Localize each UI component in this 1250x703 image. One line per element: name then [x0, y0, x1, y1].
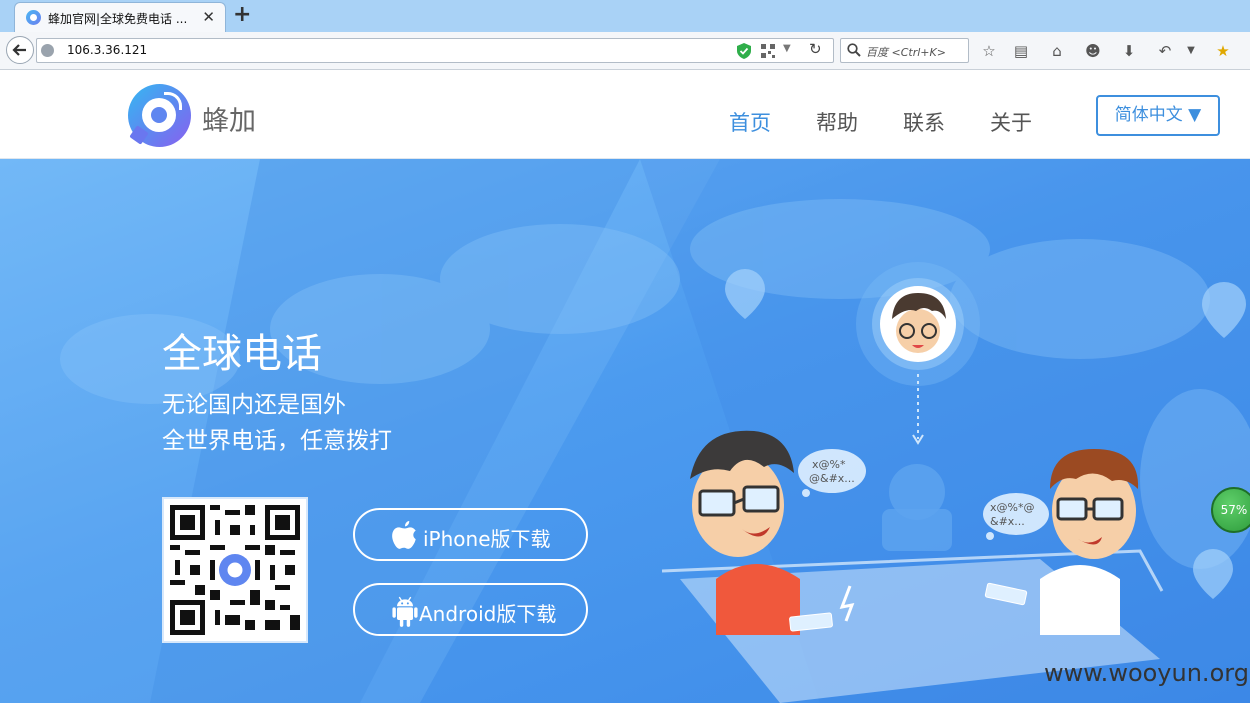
- logo-waves: [164, 92, 182, 110]
- logo-icon[interactable]: [128, 84, 191, 147]
- bookmark-star-icon[interactable]: ☆: [979, 41, 999, 61]
- search-icon: [847, 43, 861, 57]
- reload-icon[interactable]: ↻: [809, 40, 822, 58]
- new-tab-icon[interactable]: +: [233, 3, 251, 27]
- language-select[interactable]: 简体中文 ▼: [1096, 95, 1220, 136]
- tab-title: 蜂加官网|全球免费电话 ...: [48, 12, 188, 26]
- close-tab-icon[interactable]: ✕: [202, 8, 215, 26]
- browser-tab-bar: 蜂加官网|全球免费电话 ... ✕ +: [0, 0, 1250, 32]
- bubble-right-line2: &#x...: [990, 515, 1025, 528]
- site-favicon-icon: [26, 10, 41, 25]
- back-button[interactable]: [6, 36, 34, 64]
- nav-home[interactable]: 首页: [729, 107, 771, 137]
- dropdown-arrow-icon[interactable]: ▼: [783, 43, 791, 54]
- nav-about[interactable]: 关于: [990, 107, 1032, 137]
- emoji-icon[interactable]: ☻: [1083, 41, 1103, 61]
- hero-illustration: x@%* @&#x... x@%*@ &#x...: [661, 262, 1164, 703]
- download-icon[interactable]: ⬇: [1119, 41, 1139, 61]
- progress-badge[interactable]: 57%: [1211, 487, 1250, 533]
- globe-icon: [41, 44, 54, 57]
- bubble-right-line1: x@%*@: [990, 501, 1034, 514]
- bubble-left-line1: x@%*: [812, 458, 846, 471]
- security-shield-icon[interactable]: [737, 43, 751, 59]
- url-text: 106.3.36.121: [67, 43, 148, 57]
- back-arrow-icon: [12, 44, 26, 56]
- nav-contact[interactable]: 联系: [903, 107, 945, 137]
- search-input[interactable]: 百度 <Ctrl+K>: [840, 38, 969, 63]
- extension-star-icon[interactable]: ★: [1213, 41, 1233, 61]
- bubble-left-line2: @&#x...: [809, 472, 855, 485]
- address-bar[interactable]: 106.3.36.121 ▼ ↻: [36, 38, 834, 63]
- reading-list-icon[interactable]: ▤: [1011, 41, 1031, 61]
- undo-icon[interactable]: ↶: [1155, 41, 1175, 61]
- home-icon[interactable]: ⌂: [1047, 41, 1067, 61]
- search-placeholder: 百度 <Ctrl+K>: [866, 46, 946, 59]
- menu-dropdown-icon[interactable]: ▼: [1181, 41, 1201, 61]
- hero-banner: 全球电话 无论国内还是国外 全世界电话，任意拨打 iPhone版下载 Andro…: [0, 159, 1250, 703]
- browser-tab[interactable]: 蜂加官网|全球免费电话 ... ✕: [14, 2, 226, 32]
- watermark-text: www.wooyun.org: [1044, 659, 1249, 687]
- brand-name[interactable]: 蜂加: [202, 99, 256, 138]
- nav-help[interactable]: 帮助: [816, 107, 858, 137]
- site-header: 蜂加 首页 帮助 联系 关于 简体中文 ▼: [0, 71, 1250, 159]
- qr-code-icon[interactable]: [761, 44, 775, 58]
- browser-nav-bar: 106.3.36.121 ▼ ↻ 百度 <Ctrl+K> ☆ ▤ ⌂ ☻ ⬇ ↶…: [0, 32, 1250, 70]
